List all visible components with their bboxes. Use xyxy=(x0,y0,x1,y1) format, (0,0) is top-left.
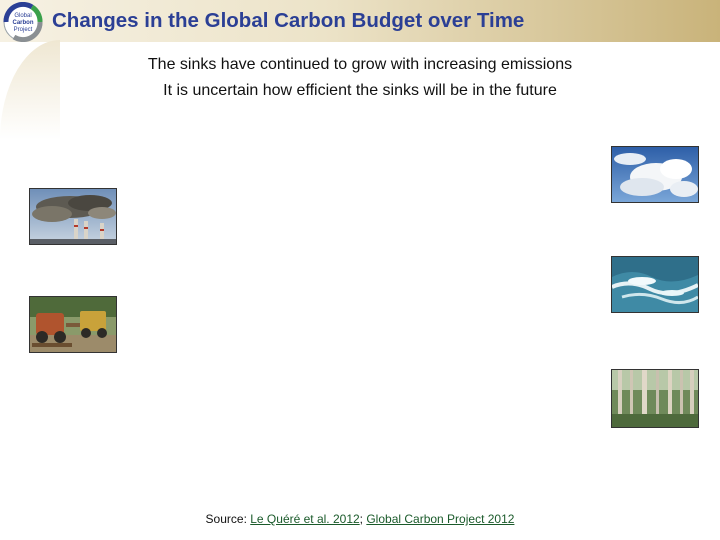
ocean-photo xyxy=(611,256,699,313)
global-carbon-project-logo: Global Carbon Project xyxy=(2,1,44,43)
global-carbon-project-link[interactable]: Global Carbon Project 2012 xyxy=(366,512,514,526)
le-quere-link[interactable]: Le Quéré et al. 2012 xyxy=(250,512,359,526)
clouds-photo xyxy=(611,146,699,203)
smokestacks-photo xyxy=(29,188,117,245)
source-citation: Source: Le Quéré et al. 2012; Global Car… xyxy=(0,512,720,526)
subtitle-line-1: The sinks have continued to grow with in… xyxy=(147,56,573,73)
logo-text-line-1: Global xyxy=(14,13,31,19)
logo-text-line-2: Carbon xyxy=(13,20,34,26)
forest-photo xyxy=(611,369,699,428)
deforestation-photo xyxy=(29,296,117,353)
subtitle-line-2: It is uncertain how efficient the sinks … xyxy=(163,82,557,99)
slide-title: Changes in the Global Carbon Budget over… xyxy=(52,9,525,32)
logo-text-line-3: Project xyxy=(14,27,33,33)
source-prefix: Source: xyxy=(205,512,251,526)
